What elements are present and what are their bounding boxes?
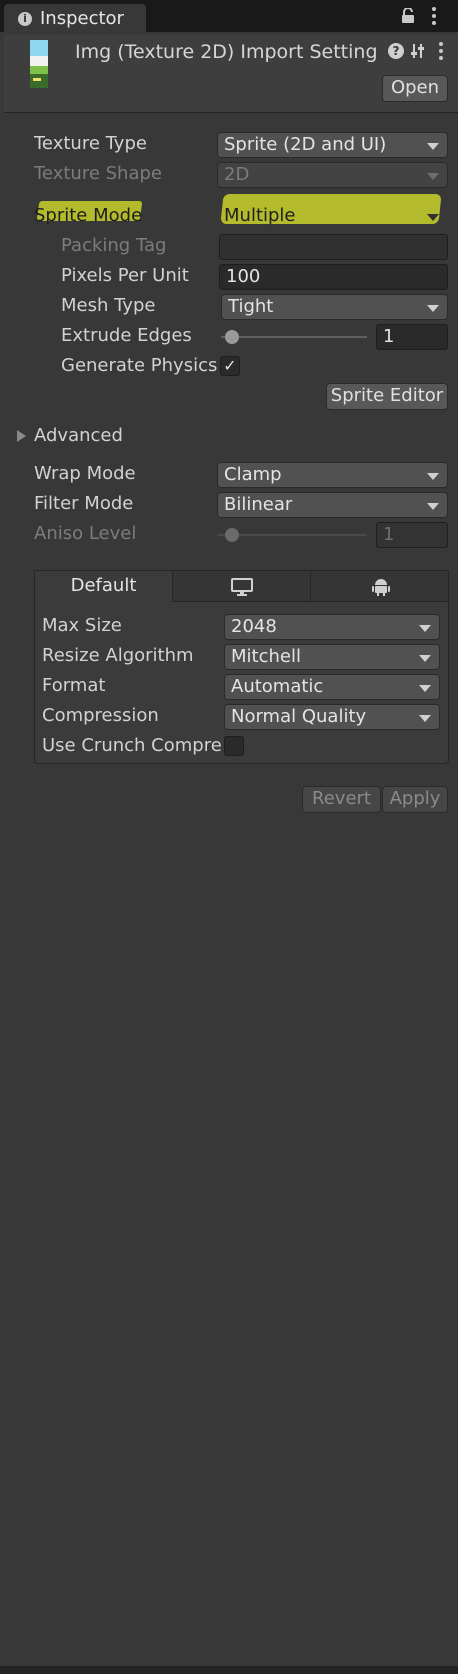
aniso-level-field: 1 <box>376 522 448 548</box>
chevron-down-icon <box>419 655 431 662</box>
chevron-down-icon <box>427 173 439 180</box>
aniso-level-slider-track <box>217 534 367 536</box>
tab-standalone[interactable] <box>172 570 311 602</box>
header-menu-icon[interactable] <box>438 42 444 62</box>
compression-label: Compression <box>42 705 159 726</box>
resize-algorithm-label: Resize Algorithm <box>42 645 194 666</box>
max-size-value: 2048 <box>231 616 277 637</box>
chevron-down-icon <box>419 625 431 632</box>
sprite-mode-label: Sprite Mode <box>34 205 143 226</box>
extrude-edges-slider-handle[interactable] <box>225 330 239 344</box>
extrude-edges-label: Extrude Edges <box>61 325 192 346</box>
apply-button[interactable]: Apply <box>382 786 448 813</box>
open-button[interactable]: Open <box>382 75 448 102</box>
mesh-type-dropdown[interactable]: Tight <box>221 294 448 320</box>
format-value: Automatic <box>231 676 324 697</box>
texture-shape-dropdown: 2D <box>217 162 448 188</box>
aniso-level-label: Aniso Level <box>34 523 137 544</box>
extrude-edges-slider-track[interactable] <box>221 336 367 338</box>
help-icon[interactable]: ? <box>388 43 404 59</box>
monitor-icon <box>231 578 253 596</box>
aniso-level-slider-handle <box>225 528 239 542</box>
mesh-type-value: Tight <box>228 296 274 317</box>
info-icon: i <box>18 12 32 26</box>
filter-mode-value: Bilinear <box>224 494 293 515</box>
revert-button[interactable]: Revert <box>302 786 381 813</box>
advanced-foldout[interactable]: Advanced <box>34 424 123 448</box>
max-size-label: Max Size <box>42 615 122 636</box>
wrap-mode-value: Clamp <box>224 464 282 485</box>
checkmark-icon: ✓ <box>223 356 237 375</box>
sprite-editor-button[interactable]: Sprite Editor <box>326 383 448 410</box>
tab-default[interactable]: Default <box>34 570 173 602</box>
chevron-down-icon <box>427 214 439 221</box>
extrude-edges-field[interactable]: 1 <box>376 324 448 350</box>
pixels-per-unit-label: Pixels Per Unit <box>61 265 189 286</box>
texture-shape-value: 2D <box>224 164 250 185</box>
bottom-status-bar <box>0 1666 458 1674</box>
mesh-type-label: Mesh Type <box>61 295 156 316</box>
chevron-down-icon <box>427 305 439 312</box>
texture-shape-label: Texture Shape <box>34 163 162 184</box>
lock-icon[interactable] <box>401 7 415 24</box>
chevron-down-icon <box>419 685 431 692</box>
android-icon <box>372 579 390 596</box>
tab-default-label: Default <box>70 575 137 596</box>
format-dropdown[interactable]: Automatic <box>224 674 440 700</box>
wrap-mode-label: Wrap Mode <box>34 463 136 484</box>
resize-algorithm-dropdown[interactable]: Mitchell <box>224 644 440 670</box>
sprite-mode-value: Multiple <box>224 205 296 226</box>
inspector-tab-title: Inspector <box>40 8 124 29</box>
chevron-down-icon <box>427 503 439 510</box>
header-title: Img (Texture 2D) Import Setting <box>75 41 377 63</box>
format-label: Format <box>42 675 106 696</box>
filter-mode-dropdown[interactable]: Bilinear <box>217 492 448 518</box>
chevron-down-icon <box>427 143 439 150</box>
tab-android[interactable] <box>310 570 449 602</box>
generate-physics-label: Generate Physics <box>61 355 218 376</box>
use-crunch-checkbox[interactable] <box>224 736 244 756</box>
chevron-right-icon[interactable] <box>17 430 26 442</box>
generate-physics-checkbox[interactable]: ✓ <box>220 356 240 376</box>
packing-tag-label: Packing Tag <box>61 235 167 256</box>
compression-dropdown[interactable]: Normal Quality <box>224 704 440 730</box>
chevron-down-icon <box>419 715 431 722</box>
compression-value: Normal Quality <box>231 706 367 727</box>
chevron-down-icon <box>427 473 439 480</box>
packing-tag-field <box>219 234 448 260</box>
tab-menu-icon[interactable] <box>431 7 437 27</box>
presets-icon[interactable] <box>411 42 427 60</box>
use-crunch-label: Use Crunch Compre <box>42 735 222 756</box>
resize-algorithm-value: Mitchell <box>231 646 301 667</box>
texture-type-dropdown[interactable]: Sprite (2D and UI) <box>217 132 448 158</box>
texture-preview-thumbnail <box>30 40 48 88</box>
sprite-mode-dropdown[interactable]: Multiple <box>217 203 448 229</box>
filter-mode-label: Filter Mode <box>34 493 134 514</box>
wrap-mode-dropdown[interactable]: Clamp <box>217 462 448 488</box>
pixels-per-unit-field[interactable]: 100 <box>219 264 448 290</box>
texture-type-value: Sprite (2D and UI) <box>224 134 387 155</box>
max-size-dropdown[interactable]: 2048 <box>224 614 440 640</box>
inspector-tab[interactable]: i Inspector <box>4 4 146 34</box>
texture-type-label: Texture Type <box>34 133 147 154</box>
